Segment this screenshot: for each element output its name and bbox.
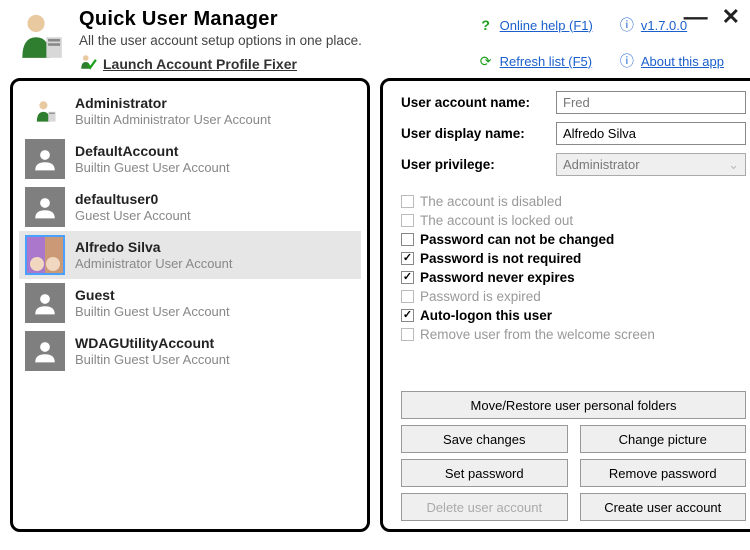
user-check-icon bbox=[79, 53, 97, 74]
user-name: WDAGUtilityAccount bbox=[75, 335, 230, 351]
user-role: Builtin Administrator User Account bbox=[75, 112, 271, 127]
checkbox-row: The account is locked out bbox=[401, 213, 746, 228]
app-subtitle: All the user account setup options in on… bbox=[79, 33, 478, 48]
checkbox-label: Password can not be changed bbox=[420, 232, 614, 247]
user-list-item[interactable]: GuestBuiltin Guest User Account bbox=[19, 279, 361, 327]
checkbox-row[interactable]: Auto-logon this user bbox=[401, 308, 746, 323]
checkbox-label: The account is disabled bbox=[420, 194, 562, 209]
checkbox[interactable] bbox=[401, 252, 414, 265]
avatar bbox=[25, 187, 65, 227]
display-name-label: User display name: bbox=[401, 126, 556, 141]
close-button[interactable]: ✕ bbox=[722, 4, 740, 32]
user-name: DefaultAccount bbox=[75, 143, 230, 159]
user-name: Alfredo Silva bbox=[75, 239, 233, 255]
privilege-select[interactable]: Administrator ⌄ bbox=[556, 153, 746, 176]
launch-fixer-link[interactable]: Launch Account Profile Fixer bbox=[103, 56, 297, 72]
remove-password-button[interactable]: Remove password bbox=[580, 459, 747, 487]
checkbox-label: The account is locked out bbox=[420, 213, 573, 228]
refresh-icon: ⟳ bbox=[478, 53, 494, 69]
user-role: Builtin Guest User Account bbox=[75, 304, 230, 319]
checkbox bbox=[401, 214, 414, 227]
avatar bbox=[25, 283, 65, 323]
checkbox-row[interactable]: Password is not required bbox=[401, 251, 746, 266]
checkbox[interactable] bbox=[401, 309, 414, 322]
user-list-panel: AdministratorBuiltin Administrator User … bbox=[10, 78, 370, 532]
chevron-down-icon: ⌄ bbox=[728, 157, 739, 173]
checkbox-row: The account is disabled bbox=[401, 194, 746, 209]
user-role: Builtin Guest User Account bbox=[75, 160, 230, 175]
avatar bbox=[25, 235, 65, 275]
checkbox-label: Password never expires bbox=[420, 270, 575, 285]
checkbox-label: Password is expired bbox=[420, 289, 541, 304]
user-name: Administrator bbox=[75, 95, 271, 111]
online-help-link[interactable]: Online help (F1) bbox=[500, 18, 593, 33]
avatar bbox=[25, 91, 65, 131]
user-name: defaultuser0 bbox=[75, 191, 191, 207]
save-button[interactable]: Save changes bbox=[401, 425, 568, 453]
app-icon bbox=[12, 8, 67, 63]
user-list-item[interactable]: WDAGUtilityAccountBuiltin Guest User Acc… bbox=[19, 327, 361, 375]
checkbox-label: Auto-logon this user bbox=[420, 308, 552, 323]
checkbox[interactable] bbox=[401, 233, 414, 246]
privilege-value: Administrator bbox=[563, 157, 640, 172]
version-link[interactable]: v1.7.0.0 bbox=[641, 18, 687, 33]
checkbox-row[interactable]: Password never expires bbox=[401, 270, 746, 285]
refresh-link[interactable]: Refresh list (F5) bbox=[500, 54, 592, 69]
checkbox-label: Remove user from the welcome screen bbox=[420, 327, 655, 342]
user-list-item[interactable]: AdministratorBuiltin Administrator User … bbox=[19, 87, 361, 135]
checkbox-row: Remove user from the welcome screen bbox=[401, 327, 746, 342]
create-user-button[interactable]: Create user account bbox=[580, 493, 747, 521]
checkbox-row[interactable]: Password can not be changed bbox=[401, 232, 746, 247]
info-icon: ⓘ bbox=[619, 17, 635, 33]
checkbox bbox=[401, 290, 414, 303]
move-restore-button[interactable]: Move/Restore user personal folders bbox=[401, 391, 746, 419]
user-role: Guest User Account bbox=[75, 208, 191, 223]
account-name-input[interactable] bbox=[556, 91, 746, 114]
avatar bbox=[25, 331, 65, 371]
about-link[interactable]: About this app bbox=[641, 54, 724, 69]
minimize-button[interactable]: — bbox=[684, 4, 708, 32]
set-password-button[interactable]: Set password bbox=[401, 459, 568, 487]
user-name: Guest bbox=[75, 287, 230, 303]
user-list-item[interactable]: defaultuser0Guest User Account bbox=[19, 183, 361, 231]
change-picture-button[interactable]: Change picture bbox=[580, 425, 747, 453]
help-icon: ? bbox=[478, 17, 494, 33]
user-list-item[interactable]: DefaultAccountBuiltin Guest User Account bbox=[19, 135, 361, 183]
delete-user-button: Delete user account bbox=[401, 493, 568, 521]
app-title: Quick User Manager bbox=[79, 8, 478, 31]
checkbox-label: Password is not required bbox=[420, 251, 581, 266]
display-name-input[interactable] bbox=[556, 122, 746, 145]
user-role: Builtin Guest User Account bbox=[75, 352, 230, 367]
info-icon: ⓘ bbox=[619, 53, 635, 69]
user-detail-panel: User account name: User display name: Us… bbox=[380, 78, 750, 532]
account-name-label: User account name: bbox=[401, 95, 556, 110]
checkbox bbox=[401, 195, 414, 208]
checkbox[interactable] bbox=[401, 271, 414, 284]
user-role: Administrator User Account bbox=[75, 256, 233, 271]
avatar bbox=[25, 139, 65, 179]
checkbox-row: Password is expired bbox=[401, 289, 746, 304]
checkbox bbox=[401, 328, 414, 341]
user-list-item[interactable]: Alfredo SilvaAdministrator User Account bbox=[19, 231, 361, 279]
privilege-label: User privilege: bbox=[401, 157, 556, 172]
